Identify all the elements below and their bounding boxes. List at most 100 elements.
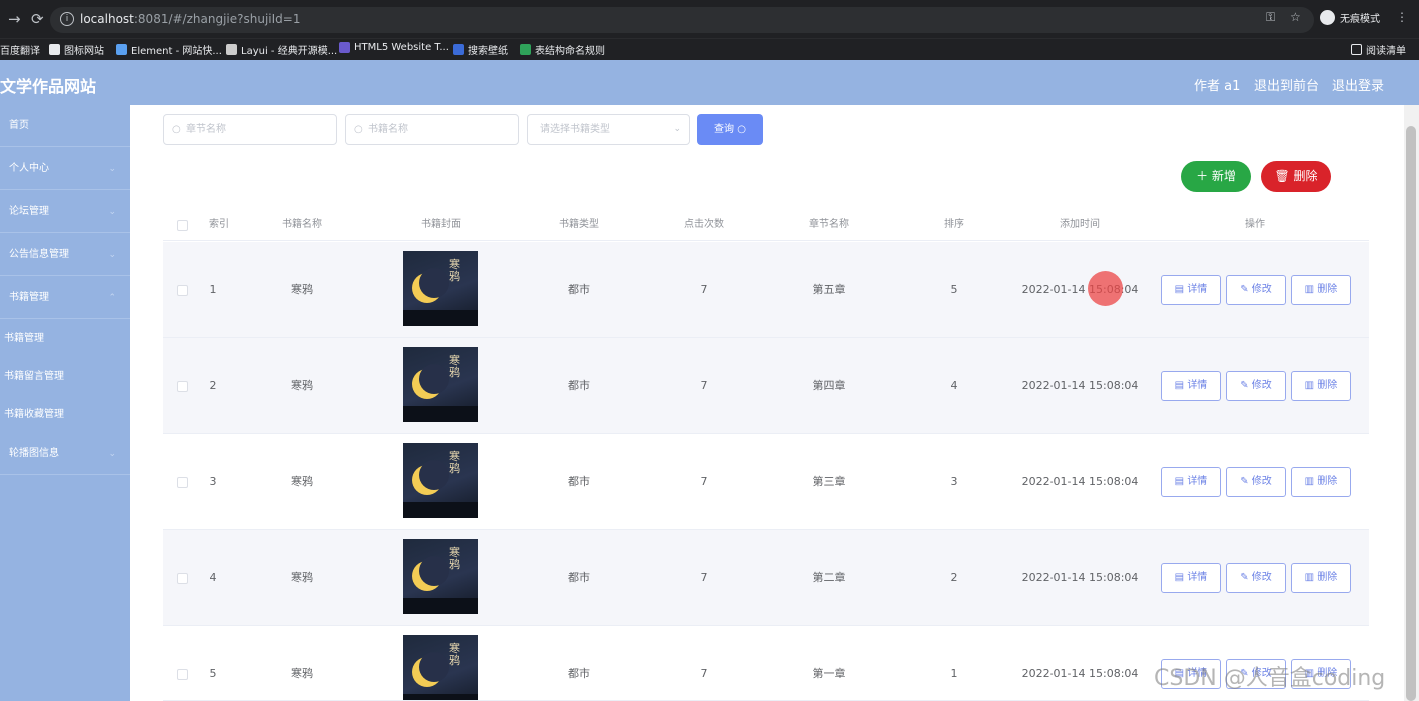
row-checkbox[interactable]: [177, 381, 188, 392]
star-icon[interactable]: ☆: [1290, 10, 1301, 24]
author-label: 作者 a1: [1194, 79, 1241, 94]
query-button[interactable]: 查询 ○: [697, 114, 763, 145]
col-index: 索引: [209, 219, 229, 230]
sidebar-item-home[interactable]: 首页: [0, 105, 130, 147]
forward-arrow-icon[interactable]: →: [8, 9, 21, 29]
delete-button[interactable]: ▥ 删除: [1291, 467, 1351, 497]
col-time: 添加时间: [1060, 219, 1100, 230]
key-icon[interactable]: ⚿: [1266, 10, 1275, 25]
col-clicks: 点击次数: [684, 219, 724, 230]
bookmark-item[interactable]: 表结构命名规则: [520, 42, 605, 57]
element-icon: [116, 44, 127, 55]
sidebar-item-books[interactable]: 书籍管理 ⌃: [0, 277, 130, 319]
detail-button[interactable]: ▤ 详情: [1161, 275, 1221, 305]
row-checkbox[interactable]: [177, 669, 188, 680]
address-bar[interactable]: i localhost:8081/#/zhangjie?shujiId=1: [50, 7, 1314, 33]
pencil-icon: ✎: [1240, 380, 1249, 391]
row-checkbox[interactable]: [177, 477, 188, 488]
bookmark-item[interactable]: HTML5 Website T...: [339, 42, 449, 53]
cursor-highlight: [1088, 271, 1123, 306]
trash-icon: ▥: [1304, 380, 1315, 391]
edit-button[interactable]: ✎ 修改: [1226, 467, 1286, 497]
trash-icon: ▥: [1304, 572, 1315, 583]
back-to-frontend-link[interactable]: 退出到前台: [1254, 75, 1319, 94]
col-actions: 操作: [1245, 219, 1265, 230]
reading-list[interactable]: 阅读清单: [1351, 42, 1406, 57]
book-cover: 寒鸦: [403, 347, 478, 422]
layui-icon: [226, 44, 237, 55]
sidebar-item-carousel[interactable]: 轮播图信息 ⌄: [0, 433, 130, 475]
delete-button[interactable]: ▥ 删除: [1291, 275, 1351, 305]
edit-button[interactable]: ✎ 修改: [1226, 371, 1286, 401]
wallpaper-icon: [453, 44, 464, 55]
url-text: localhost:8081/#/zhangjie?shujiId=1: [80, 12, 301, 26]
sidebar-item-notice[interactable]: 公告信息管理 ⌄: [0, 234, 130, 276]
row-checkbox[interactable]: [177, 285, 188, 296]
flag-icon: [49, 44, 60, 55]
trash-icon: ▥: [1304, 284, 1315, 295]
select-all-checkbox[interactable]: [177, 220, 188, 231]
bookmark-item[interactable]: 搜索壁纸: [453, 42, 508, 57]
col-order: 排序: [944, 219, 964, 230]
detail-button[interactable]: ▤ 详情: [1161, 563, 1221, 593]
trash-icon: 🗑: [1274, 169, 1290, 183]
book-search-input[interactable]: ○ 书籍名称: [345, 114, 519, 145]
info-icon[interactable]: i: [60, 12, 74, 26]
chevron-down-icon: ⌄: [108, 207, 116, 217]
site-title: 文学作品网站: [0, 77, 97, 96]
plus-icon: ＋: [1196, 169, 1209, 183]
search-icon: ○: [354, 124, 363, 135]
table-header: 索引 书籍名称 书籍封面 书籍类型 点击次数 章节名称 排序 添加时间 操作: [163, 209, 1369, 241]
row-checkbox[interactable]: [177, 573, 188, 584]
delete-button[interactable]: ▥ 删除: [1291, 371, 1351, 401]
book-cover: 寒鸦: [403, 443, 478, 518]
batch-delete-button[interactable]: 🗑 删除: [1261, 161, 1331, 192]
bookmark-item[interactable]: Layui - 经典开源模...: [226, 42, 337, 57]
table-row: 2 寒鸦 寒鸦 都市 7 第四章 4 2022-01-14 15:08:04 ▤…: [163, 338, 1369, 434]
html5-icon: [339, 42, 350, 53]
chevron-down-icon: ⌄: [108, 449, 116, 459]
sidebar-item-personal-center[interactable]: 个人中心 ⌄: [0, 148, 130, 190]
chevron-down-icon: ⌄: [673, 124, 681, 134]
incognito-icon: [1320, 10, 1335, 25]
book-type-select[interactable]: 请选择书籍类型 ⌄: [527, 114, 690, 145]
bookmark-item[interactable]: 图标网站: [49, 42, 104, 57]
doc-icon: ▤: [1174, 476, 1185, 487]
trash-icon: ▥: [1304, 476, 1315, 487]
table-row: 3 寒鸦 寒鸦 都市 7 第三章 3 2022-01-14 15:08:04 ▤…: [163, 434, 1369, 530]
app-header: 文学作品网站 作者 a1 退出到前台 退出登录: [0, 60, 1419, 105]
bookmark-item[interactable]: Element - 网站快...: [116, 42, 222, 57]
col-cover: 书籍封面: [421, 219, 461, 230]
pencil-icon: ✎: [1240, 476, 1249, 487]
detail-button[interactable]: ▤ 详情: [1161, 371, 1221, 401]
add-button[interactable]: ＋ 新增: [1181, 161, 1251, 192]
sidebar-subitem-book-favorites[interactable]: 书籍收藏管理: [0, 396, 130, 434]
reload-icon[interactable]: ⟳: [31, 9, 44, 29]
delete-button[interactable]: ▥ 删除: [1291, 563, 1351, 593]
detail-button[interactable]: ▤ 详情: [1161, 467, 1221, 497]
doc-icon: ▤: [1174, 284, 1185, 295]
bookmark-item[interactable]: 百度翻译: [0, 42, 40, 57]
sidebar: 首页 个人中心 ⌄ 论坛管理 ⌄ 公告信息管理 ⌄ 书籍管理 ⌃ 书籍管理 书籍留言管理…: [0, 105, 130, 701]
chapter-search-input[interactable]: ○ 章节名称: [163, 114, 337, 145]
search-icon: ○: [737, 124, 746, 135]
scrollbar-thumb[interactable]: [1406, 126, 1416, 701]
edit-button[interactable]: ✎ 修改: [1226, 275, 1286, 305]
edit-button[interactable]: ✎ 修改: [1226, 563, 1286, 593]
book-cover: 寒鸦: [403, 635, 478, 700]
table-row: 1 寒鸦 寒鸦 都市 7 第五章 5 2022-01-14 15:08:04 ▤…: [163, 242, 1369, 338]
browser-toolbar: → ⟳ i localhost:8081/#/zhangjie?shujiId=…: [0, 0, 1419, 38]
sidebar-subitem-book-manage[interactable]: 书籍管理: [0, 320, 130, 358]
search-icon: ○: [172, 124, 181, 135]
book-cover: 寒鸦: [403, 539, 478, 614]
logout-link[interactable]: 退出登录: [1332, 75, 1384, 94]
sidebar-subitem-book-comments[interactable]: 书籍留言管理: [0, 358, 130, 396]
col-book-name: 书籍名称: [282, 219, 322, 230]
menu-dots-icon[interactable]: ⋮: [1396, 10, 1408, 24]
book-cover: 寒鸦: [403, 251, 478, 326]
sidebar-item-forum[interactable]: 论坛管理 ⌄: [0, 191, 130, 233]
chevron-down-icon: ⌄: [108, 164, 116, 174]
col-chapter: 章节名称: [809, 219, 849, 230]
bookmarks-bar: 百度翻译 图标网站 Element - 网站快... Layui - 经典开源模…: [0, 38, 1419, 60]
incognito-indicator[interactable]: 无痕模式: [1320, 10, 1380, 25]
